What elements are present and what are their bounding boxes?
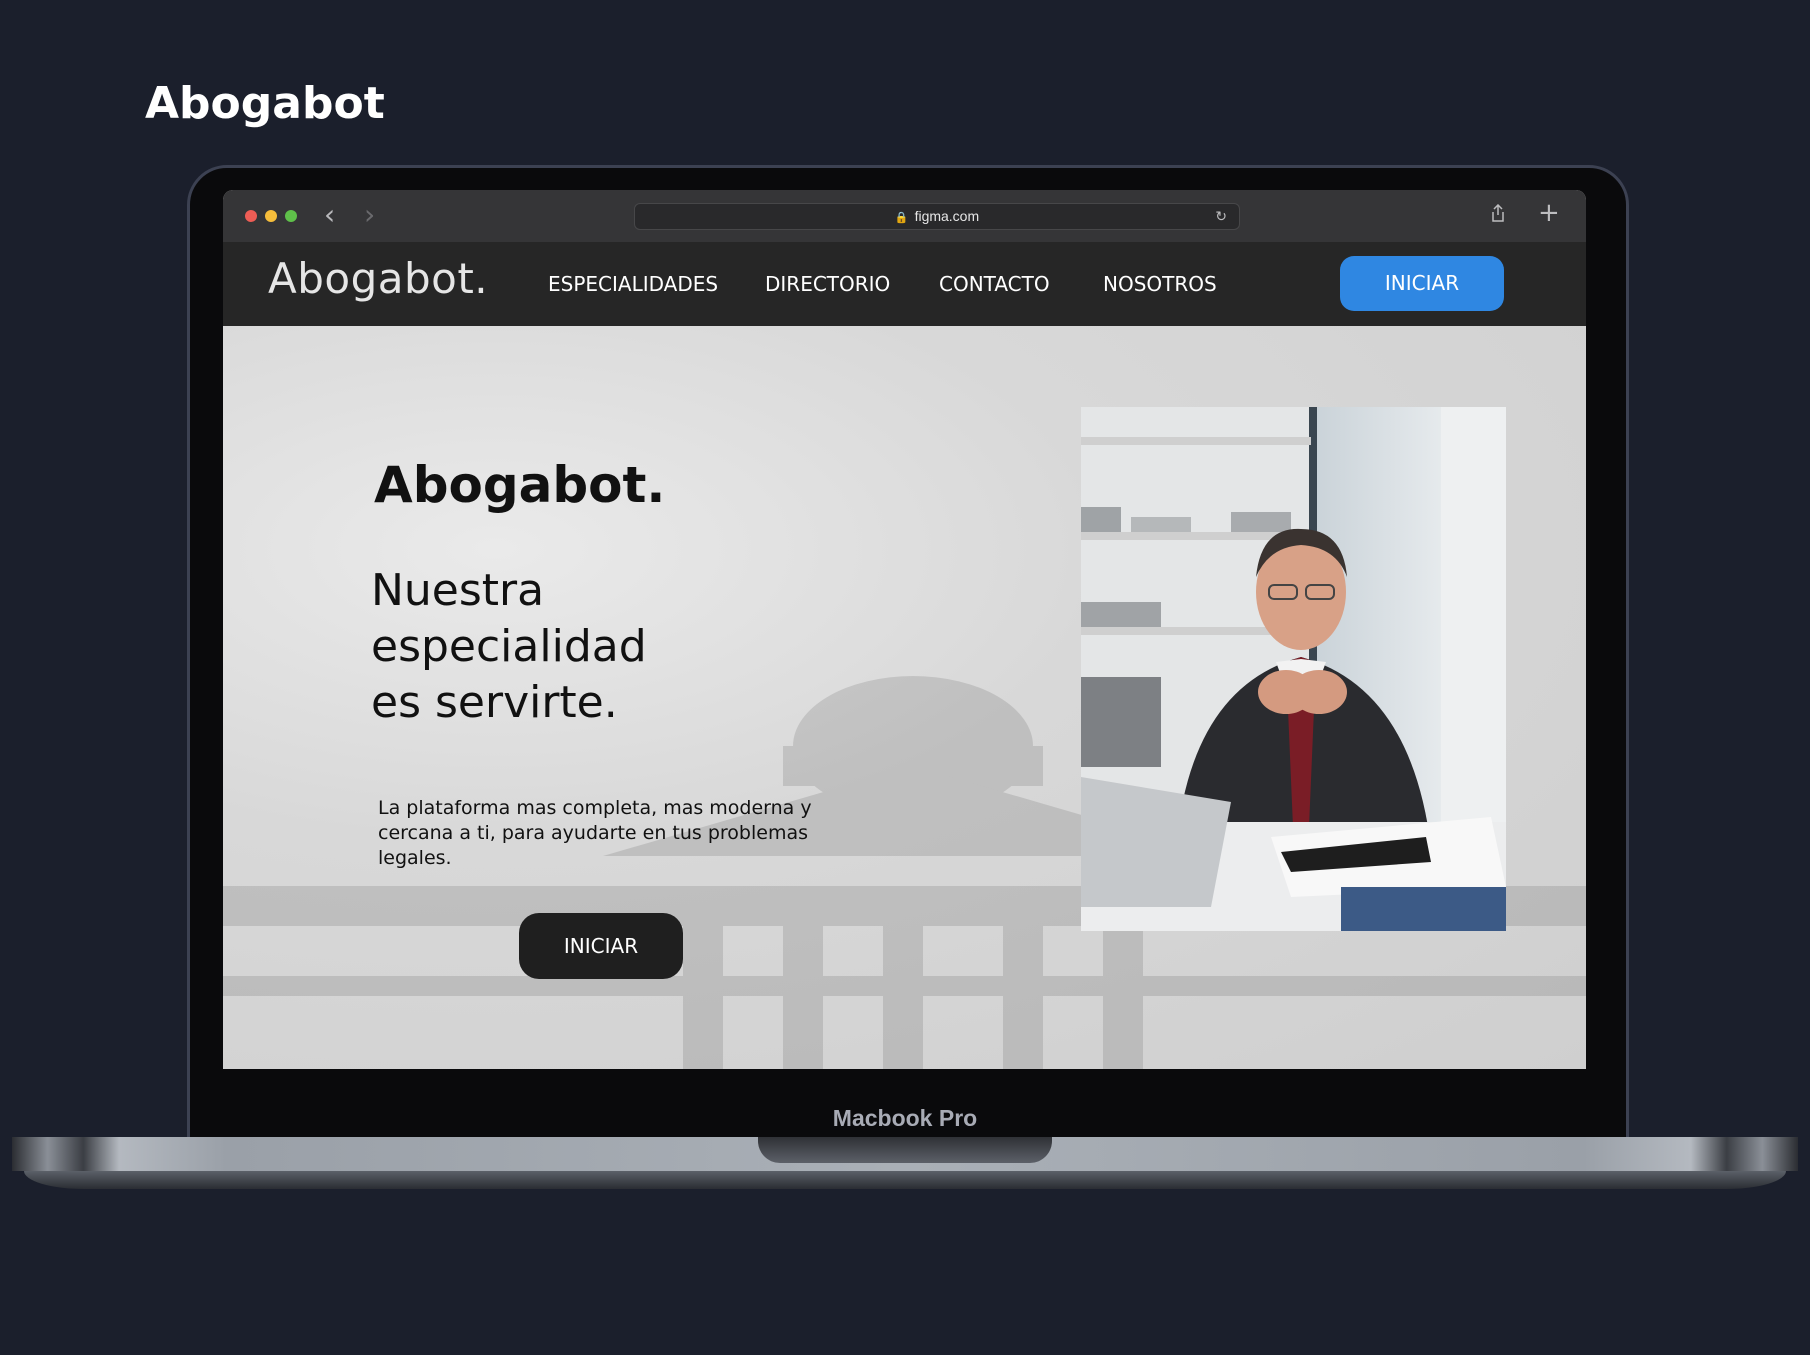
site-header: Abogabot. ESPECIALIDADES DIRECTORIO CONT… [223, 242, 1586, 326]
chevron-right-icon[interactable]: › [364, 201, 375, 229]
laptop-base-shadow [24, 1171, 1786, 1189]
hero-tagline: Nuestra especialidad es servirte. [371, 565, 647, 728]
hero-iniciar-button[interactable]: INICIAR [519, 913, 683, 979]
site-logo[interactable]: Abogabot. [268, 254, 488, 303]
header-iniciar-button[interactable]: INICIAR [1340, 256, 1504, 311]
bottom-strip [0, 1355, 1810, 1361]
minimize-window-icon[interactable] [265, 210, 277, 222]
url-text: figma.com [914, 208, 980, 224]
browser-window: ‹ › 🔒 figma.com ↻ + Abogabot. ESPECIALIDA… [223, 190, 1586, 1069]
close-window-icon[interactable] [245, 210, 257, 222]
page-title: Abogabot [145, 78, 385, 129]
browser-toolbar: ‹ › 🔒 figma.com ↻ + [223, 190, 1586, 242]
device-label: Macbook Pro [832, 1105, 978, 1131]
nav-especialidades[interactable]: ESPECIALIDADES [548, 272, 718, 296]
laptop-notch [758, 1137, 1052, 1163]
hero-logo: Abogabot. [374, 456, 666, 514]
nav-nosotros[interactable]: NOSOTROS [1103, 272, 1217, 296]
hero-section: Abogabot. Nuestra especialidad es servir… [223, 326, 1586, 1069]
nav-contacto[interactable]: CONTACTO [939, 272, 1050, 296]
hero-description: La plataforma mas completa, mas moderna … [378, 797, 812, 869]
lock-icon: 🔒 [894, 212, 909, 224]
lawyer-photo [1081, 407, 1506, 931]
maximize-window-icon[interactable] [285, 210, 297, 222]
reload-icon[interactable]: ↻ [1215, 204, 1227, 229]
address-bar[interactable]: 🔒 figma.com ↻ [634, 203, 1240, 230]
chevron-left-icon[interactable]: ‹ [324, 201, 335, 229]
share-icon[interactable] [1491, 204, 1505, 222]
new-tab-icon[interactable]: + [1538, 198, 1560, 228]
nav-directorio[interactable]: DIRECTORIO [765, 272, 890, 296]
